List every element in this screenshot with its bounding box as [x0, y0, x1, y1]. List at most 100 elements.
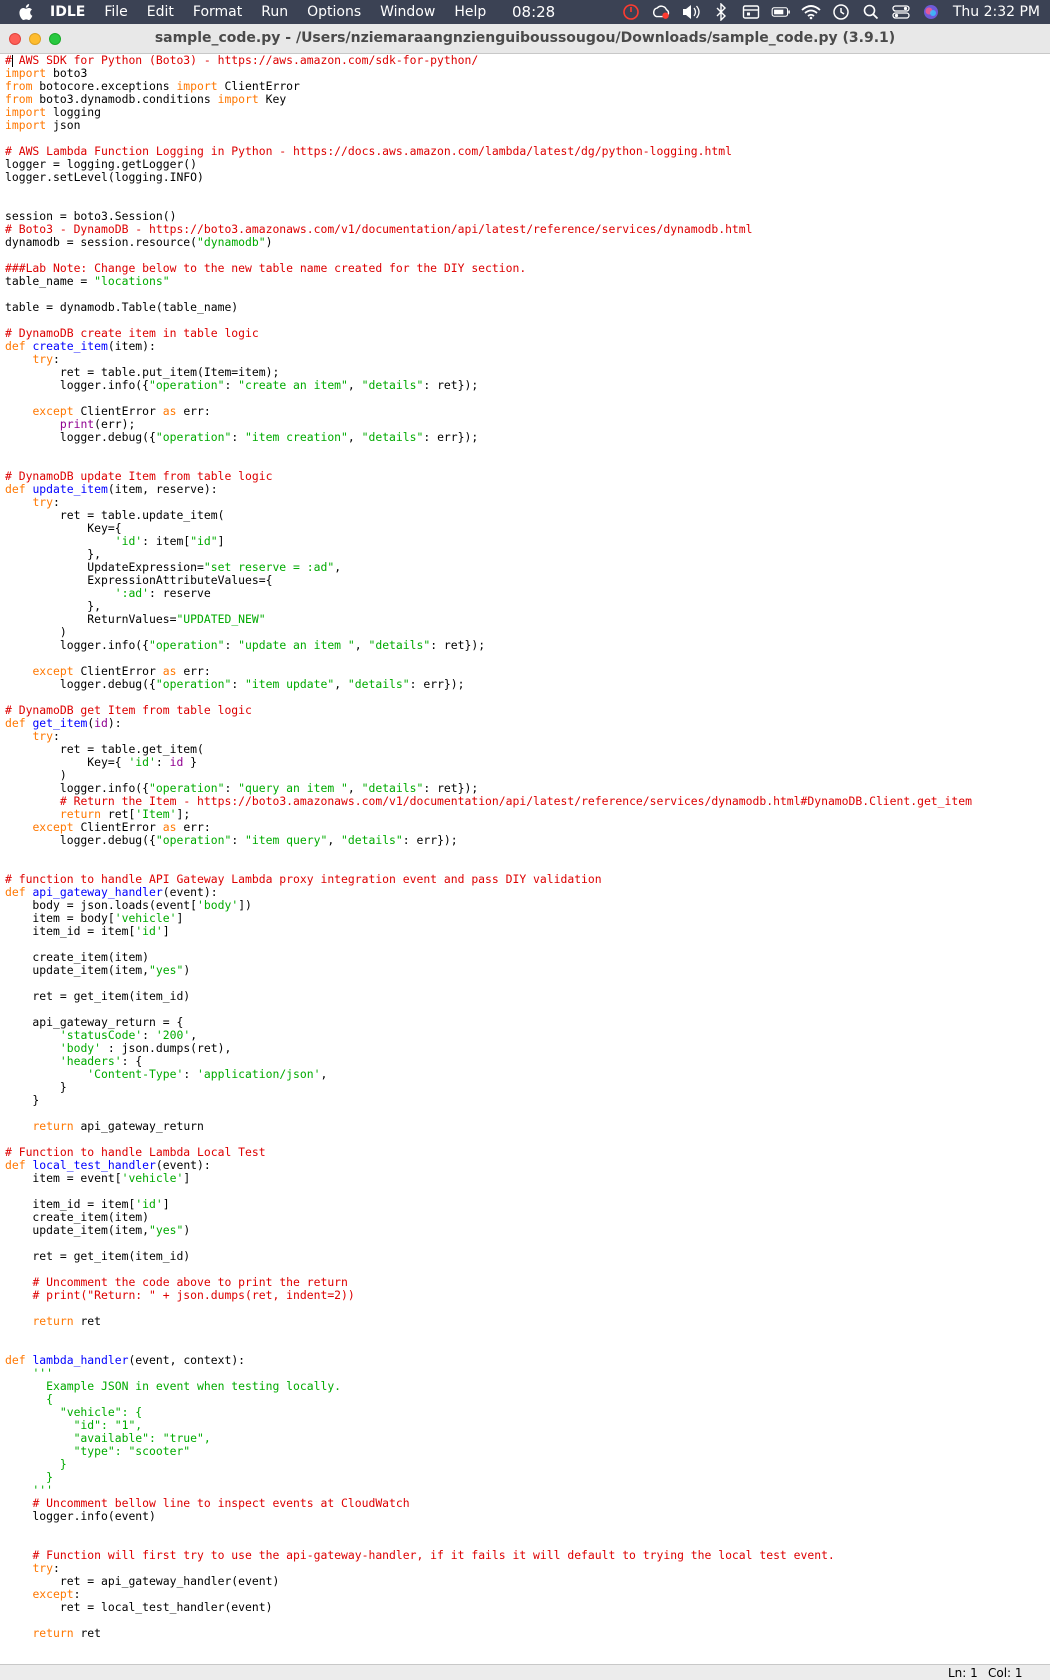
- code-line[interactable]: # AWS SDK for Python (Boto3) - https://a…: [5, 54, 972, 67]
- code-line[interactable]: }: [5, 1081, 972, 1094]
- code-line[interactable]: Example JSON in event when testing local…: [5, 1380, 972, 1393]
- menu-file[interactable]: File: [104, 4, 127, 20]
- apple-menu-icon[interactable]: [16, 3, 34, 21]
- code-line[interactable]: [5, 1302, 972, 1315]
- code-line[interactable]: logger.info({"operation": "create an ite…: [5, 379, 972, 392]
- code-text: (event, context):: [128, 1353, 246, 1367]
- code-line[interactable]: # DynamoDB get Item from table logic: [5, 704, 972, 717]
- code-line[interactable]: import json: [5, 119, 972, 132]
- code-text: :: [231, 677, 246, 691]
- code-line[interactable]: [5, 847, 972, 860]
- stopwatch-icon[interactable]: [621, 2, 641, 22]
- code-line[interactable]: update_item(item,"yes"): [5, 964, 972, 977]
- code-line[interactable]: [5, 1328, 972, 1341]
- code-line[interactable]: ret = get_item(item_id): [5, 1250, 972, 1263]
- code-line[interactable]: # Function will first try to use the api…: [5, 1549, 972, 1562]
- menubar-clock[interactable]: Thu 2:32 PM: [953, 4, 1040, 20]
- code-line[interactable]: from boto3.dynamodb.conditions import Ke…: [5, 93, 972, 106]
- code-text-area[interactable]: # AWS SDK for Python (Boto3) - https://a…: [5, 54, 972, 1640]
- code-line[interactable]: item = event['vehicle']: [5, 1172, 972, 1185]
- code-text: ,: [334, 560, 342, 574]
- code-line[interactable]: ret = table.update_item(: [5, 509, 972, 522]
- time-machine-icon[interactable]: [831, 2, 851, 22]
- code-line[interactable]: "type": "scooter": [5, 1445, 972, 1458]
- battery-icon[interactable]: [771, 2, 791, 22]
- code-line[interactable]: dynamodb = session.resource("dynamodb"): [5, 236, 972, 249]
- menu-run[interactable]: Run: [261, 4, 288, 20]
- code-line[interactable]: 'id': item["id"]: [5, 535, 972, 548]
- control-center-icon[interactable]: [891, 2, 911, 22]
- code-text: ExpressionAttributeValues={: [5, 573, 273, 587]
- code-line[interactable]: table_name = "locations": [5, 275, 972, 288]
- menu-edit[interactable]: Edit: [147, 4, 174, 20]
- code-line[interactable]: {: [5, 1393, 972, 1406]
- code-line[interactable]: def get_item(id):: [5, 717, 972, 730]
- code-keyword: def: [5, 339, 26, 353]
- code-line[interactable]: # print("Return: " + json.dumps(ret, ind…: [5, 1289, 972, 1302]
- code-line[interactable]: }: [5, 1458, 972, 1471]
- code-string: "UPDATED_NEW": [176, 612, 266, 626]
- code-line[interactable]: logger.setLevel(logging.INFO): [5, 171, 972, 184]
- code-line[interactable]: 'body' : json.dumps(ret),: [5, 1042, 972, 1055]
- code-line[interactable]: ReturnValues="UPDATED_NEW": [5, 613, 972, 626]
- timer-clock[interactable]: 08:28: [512, 3, 555, 21]
- code-line[interactable]: logger.debug({"operation": "item creatio…: [5, 431, 972, 444]
- window-title-bar[interactable]: sample_code.py - /Users/nziemaraangnzien…: [0, 24, 1050, 54]
- menu-help[interactable]: Help: [454, 4, 486, 20]
- code-line[interactable]: return ret: [5, 1315, 972, 1328]
- code-line[interactable]: logger.info(event): [5, 1510, 972, 1523]
- code-text: },: [5, 599, 102, 613]
- code-line[interactable]: ret = local_test_handler(event): [5, 1601, 972, 1614]
- menu-format[interactable]: Format: [193, 4, 242, 20]
- code-line[interactable]: import logging: [5, 106, 972, 119]
- code-text: ret[: [101, 807, 136, 821]
- code-line[interactable]: except ClientError as err:: [5, 405, 972, 418]
- siri-icon[interactable]: [921, 2, 941, 22]
- code-line[interactable]: Key={ 'id': id }: [5, 756, 972, 769]
- code-line[interactable]: def create_item(item):: [5, 340, 972, 353]
- code-line[interactable]: "vehicle": {: [5, 1406, 972, 1419]
- code-line[interactable]: def update_item(item, reserve):: [5, 483, 972, 496]
- code-line[interactable]: return api_gateway_return: [5, 1120, 972, 1133]
- creative-cloud-icon[interactable]: [651, 2, 671, 22]
- code-line[interactable]: def lambda_handler(event, context):: [5, 1354, 972, 1367]
- code-line[interactable]: return ret: [5, 1627, 972, 1640]
- code-line[interactable]: update_item(item,"yes"): [5, 1224, 972, 1237]
- code-text: ): [5, 768, 67, 782]
- code-line[interactable]: [5, 1614, 972, 1627]
- code-line[interactable]: item_id = item['id']: [5, 1198, 972, 1211]
- code-editor[interactable]: # AWS SDK for Python (Boto3) - https://a…: [0, 54, 1050, 1664]
- code-string: 'statusCode': [59, 1028, 143, 1042]
- code-line[interactable]: }: [5, 1094, 972, 1107]
- code-line[interactable]: item_id = item['id']: [5, 925, 972, 938]
- menu-options[interactable]: Options: [307, 4, 361, 20]
- code-line[interactable]: [5, 1523, 972, 1536]
- code-line[interactable]: ret = api_gateway_handler(event): [5, 1575, 972, 1588]
- code-def-name: update_item: [32, 482, 108, 496]
- volume-icon[interactable]: [681, 2, 701, 22]
- code-line[interactable]: table = dynamodb.Table(table_name): [5, 301, 972, 314]
- code-line[interactable]: 'Content-Type': 'application/json',: [5, 1068, 972, 1081]
- wifi-icon[interactable]: [801, 2, 821, 22]
- code-string: 'application/json': [197, 1067, 321, 1081]
- search-icon[interactable]: [861, 2, 881, 22]
- code-string: ''': [32, 1366, 54, 1380]
- code-line[interactable]: [5, 184, 972, 197]
- code-line[interactable]: [5, 444, 972, 457]
- code-line[interactable]: logger.debug({"operation": "item query",…: [5, 834, 972, 847]
- code-line[interactable]: }: [5, 1471, 972, 1484]
- code-line[interactable]: logger.debug({"operation": "item update"…: [5, 678, 972, 691]
- code-comment: # Function will first try to use the api…: [32, 1548, 835, 1562]
- code-line[interactable]: [5, 938, 972, 951]
- code-line[interactable]: logger.info({"operation": "update an ite…: [5, 639, 972, 652]
- code-line[interactable]: ret = get_item(item_id): [5, 990, 972, 1003]
- app-menu-idle[interactable]: IDLE: [50, 4, 85, 20]
- code-comment: # Return the Item - https://boto3.amazon…: [59, 794, 972, 808]
- menu-window[interactable]: Window: [380, 4, 435, 20]
- calendar-icon[interactable]: [741, 2, 761, 22]
- code-line[interactable]: ':ad': reserve: [5, 587, 972, 600]
- bluetooth-icon[interactable]: [711, 2, 731, 22]
- code-comment: # DynamoDB create item in table logic: [5, 326, 259, 340]
